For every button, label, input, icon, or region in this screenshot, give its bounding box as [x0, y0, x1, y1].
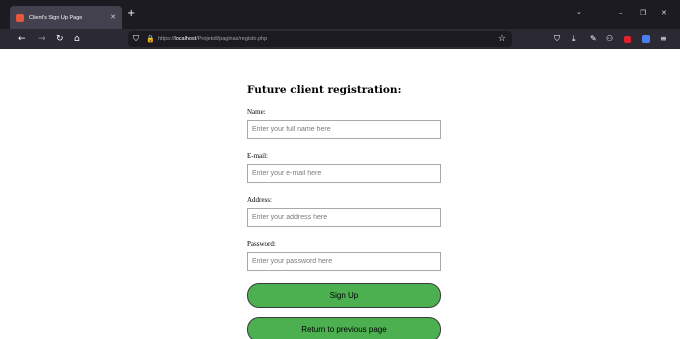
email-label: E-mail:: [247, 152, 268, 160]
name-input[interactable]: [247, 120, 441, 139]
tab-strip: Client's Sign Up Page ✕ + ⌄ – ❐ ✕: [0, 0, 680, 29]
extension-blue-icon[interactable]: [642, 35, 650, 43]
lock-icon[interactable]: 🔒: [146, 33, 155, 45]
page-favicon-icon: [16, 13, 24, 22]
private-mask-icon[interactable]: ⚇: [606, 32, 613, 46]
url-path: /Projetoll/paginas/registo.php: [196, 36, 268, 42]
minimize-icon[interactable]: –: [619, 10, 623, 17]
window-close-icon[interactable]: ✕: [661, 10, 667, 17]
address-input[interactable]: [247, 208, 441, 227]
url-host: localhost: [174, 36, 197, 42]
address-bar[interactable]: ⛉ 🔒 https://localhost/Projetoll/paginas/…: [128, 31, 512, 47]
address-label: Address:: [247, 196, 272, 204]
reload-icon[interactable]: ↻: [56, 32, 64, 46]
form-title: Future client registration:: [247, 84, 402, 96]
tracking-shield-icon[interactable]: ⛉: [133, 33, 139, 45]
password-input[interactable]: [247, 252, 441, 271]
wrench-icon[interactable]: ✎: [590, 32, 597, 46]
sign-up-button[interactable]: Sign Up: [247, 283, 441, 308]
password-label: Password:: [247, 240, 276, 248]
email-input[interactable]: [247, 164, 441, 183]
tab-close-icon[interactable]: ✕: [110, 14, 116, 21]
extension-red-icon[interactable]: [624, 36, 631, 43]
pocket-icon[interactable]: ⛉: [554, 32, 560, 46]
back-icon[interactable]: ←: [18, 32, 26, 46]
hamburger-menu-icon[interactable]: ≡: [660, 32, 667, 46]
tab-signup-page[interactable]: Client's Sign Up Page ✕: [10, 6, 122, 29]
url-prefix: https://: [158, 36, 175, 42]
bookmark-star-icon[interactable]: ☆: [498, 32, 506, 46]
restore-icon[interactable]: ❐: [640, 10, 646, 17]
new-tab-icon[interactable]: +: [127, 9, 135, 19]
forward-icon[interactable]: →: [38, 32, 46, 46]
tab-title: Client's Sign Up Page: [29, 14, 83, 21]
browser-window: Client's Sign Up Page ✕ + ⌄ – ❐ ✕ ← → ↻ …: [0, 0, 680, 339]
return-button[interactable]: Return to previous page: [247, 317, 441, 339]
name-label: Name:: [247, 108, 266, 116]
url-text[interactable]: https://localhost/Projetoll/paginas/regi…: [158, 33, 267, 45]
home-icon[interactable]: ⌂: [74, 32, 80, 46]
list-tabs-icon[interactable]: ⌄: [576, 9, 582, 16]
download-icon[interactable]: ⤓: [572, 32, 576, 46]
navigation-toolbar: ← → ↻ ⌂ ⛉ 🔒 https://localhost/Projetoll/…: [0, 29, 680, 49]
